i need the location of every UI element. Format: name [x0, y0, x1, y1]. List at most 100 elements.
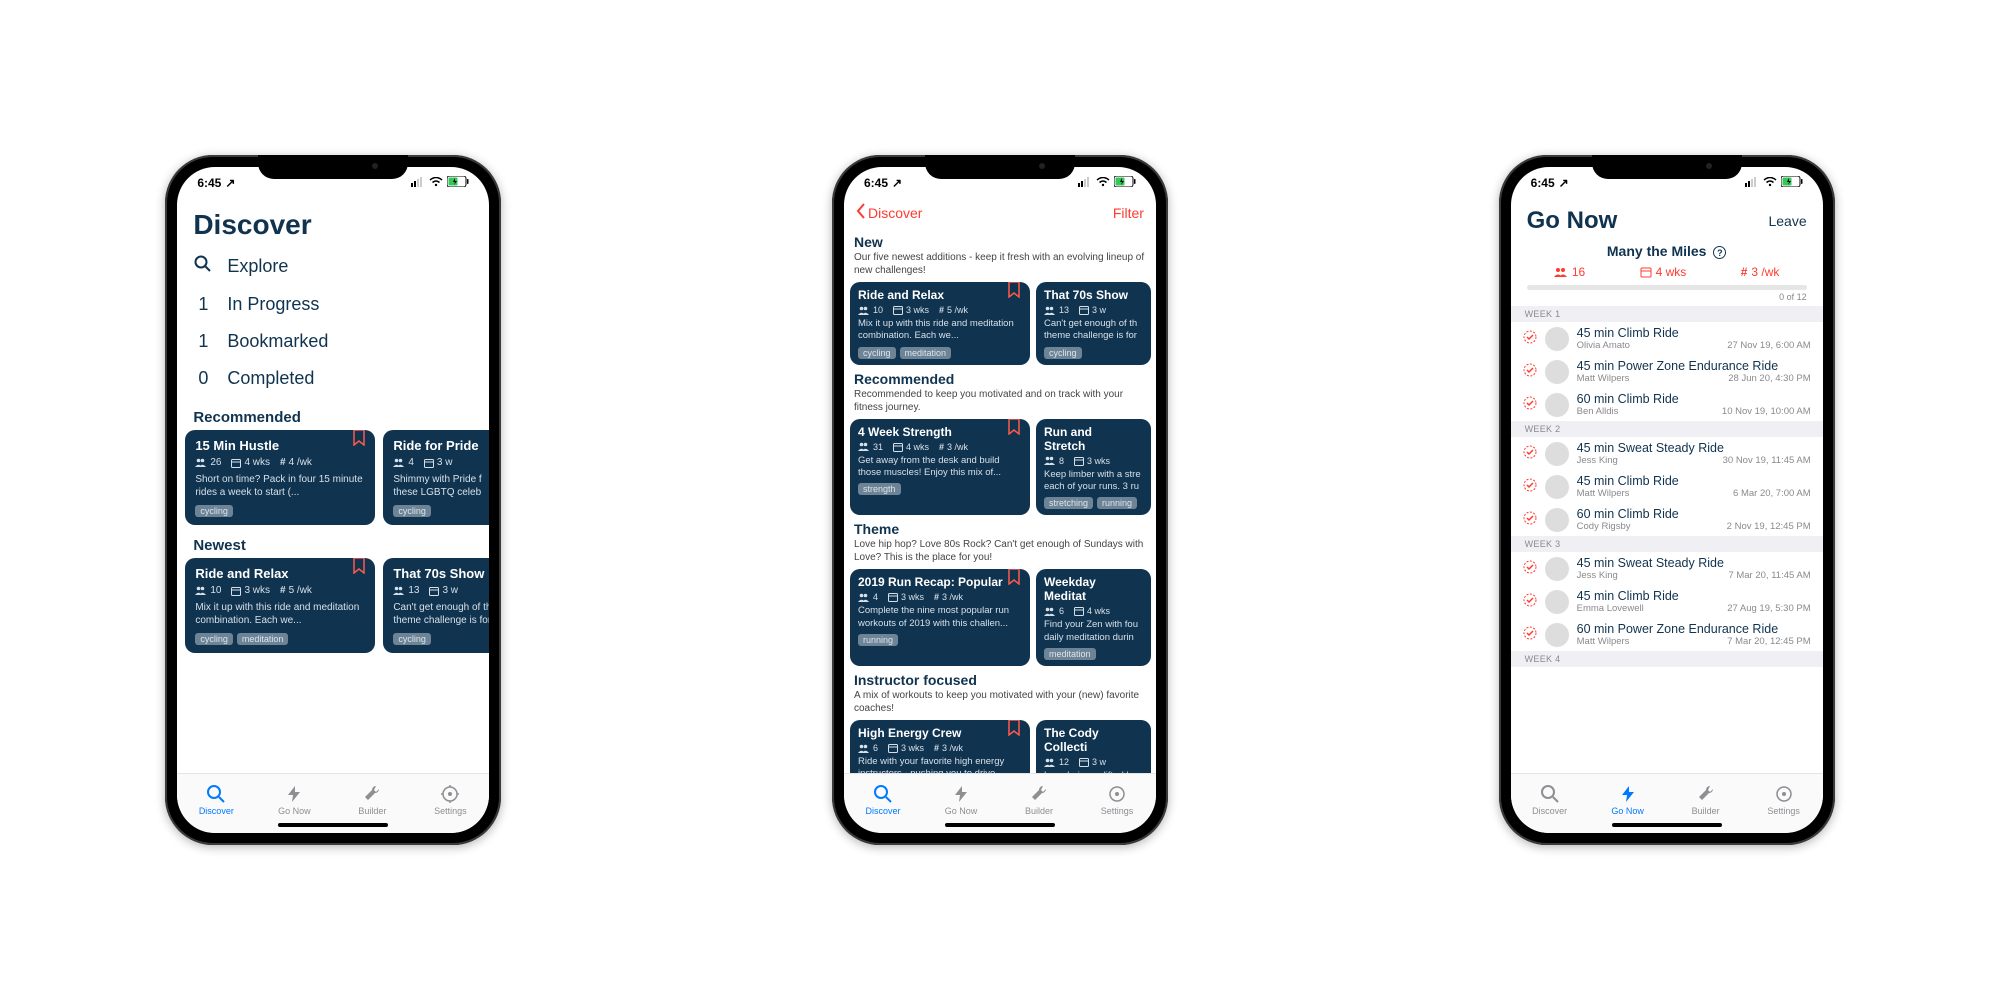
card-row[interactable]: 2019 Run Recap: Popular 4 3 wks# 3 /wk C…: [844, 569, 1156, 666]
tab-discover[interactable]: Discover: [1511, 774, 1589, 825]
challenge-card[interactable]: High Energy Crew 6 3 wks# 3 /wk Ride wit…: [850, 720, 1030, 773]
check-icon[interactable]: [1523, 330, 1537, 347]
nav-bookmarked[interactable]: 1 Bookmarked: [193, 323, 473, 360]
check-icon[interactable]: [1523, 363, 1537, 380]
check-icon[interactable]: [1523, 560, 1537, 577]
check-icon[interactable]: [1523, 626, 1537, 643]
tab-settings[interactable]: Settings: [1078, 774, 1156, 825]
workout-title: 60 min Climb Ride: [1577, 392, 1811, 406]
leave-button[interactable]: Leave: [1768, 213, 1806, 229]
card-row[interactable]: High Energy Crew 6 3 wks# 3 /wk Ride wit…: [844, 720, 1156, 773]
recommended-row[interactable]: 15 Min Hustle 26 4 wks# 4 /wk Short on t…: [177, 430, 489, 525]
challenge-card[interactable]: The Cody Collecti 12 3 w Love being upli…: [1036, 720, 1151, 773]
tab-settings[interactable]: Settings: [1745, 774, 1823, 825]
challenge-card[interactable]: Ride and Relax 10 3 wks# 5 /wk Mix it up…: [850, 282, 1030, 365]
tag: cycling: [195, 505, 233, 517]
card-meta: 13 3 w: [393, 585, 489, 596]
bookmark-icon[interactable]: [353, 558, 365, 579]
card-row[interactable]: 4 Week Strength 31 4 wks# 3 /wk Get away…: [844, 419, 1156, 516]
instructor-name: Matt Wilpers: [1577, 636, 1630, 647]
workout-row[interactable]: 45 min Climb Ride Olivia Amato 27 Nov 19…: [1511, 322, 1823, 355]
challenge-card[interactable]: 15 Min Hustle 26 4 wks# 4 /wk Short on t…: [185, 430, 375, 525]
bookmark-icon[interactable]: [1008, 720, 1020, 741]
calendar-icon: 3 wks: [231, 585, 270, 596]
workout-time: 2 Nov 19, 12:45 PM: [1727, 521, 1811, 532]
tab-discover[interactable]: Discover: [844, 774, 922, 825]
content-3[interactable]: WEEK 1 45 min Climb Ride Olivia Amato 27…: [1511, 306, 1823, 773]
search-icon: [193, 255, 213, 278]
tag: strength: [858, 483, 901, 495]
nav-count: 1: [193, 331, 213, 352]
workout-row[interactable]: 45 min Climb Ride Matt Wilpers 6 Mar 20,…: [1511, 470, 1823, 503]
workout-time: 7 Mar 20, 12:45 PM: [1727, 636, 1810, 647]
tab-go-now[interactable]: Go Now: [1589, 774, 1667, 825]
tab-go-now[interactable]: Go Now: [922, 774, 1000, 825]
tab-settings[interactable]: Settings: [411, 774, 489, 825]
card-row[interactable]: Ride and Relax 10 3 wks# 5 /wk Mix it up…: [844, 282, 1156, 365]
week-header: WEEK 3: [1511, 536, 1823, 552]
freq-icon: # 3 /wk: [934, 592, 963, 602]
tab-go-now[interactable]: Go Now: [255, 774, 333, 825]
challenge-card[interactable]: 2019 Run Recap: Popular 4 3 wks# 3 /wk C…: [850, 569, 1030, 666]
tag: running: [1097, 497, 1137, 509]
tab-discover[interactable]: Discover: [177, 774, 255, 825]
home-indicator[interactable]: [945, 823, 1055, 827]
filter-button[interactable]: Filter: [1113, 205, 1144, 221]
bookmark-icon[interactable]: [1008, 282, 1020, 303]
workout-row[interactable]: 60 min Climb Ride Ben Alldis 10 Nov 19, …: [1511, 388, 1823, 421]
workout-row[interactable]: 45 min Climb Ride Emma Lovewell 27 Aug 1…: [1511, 585, 1823, 618]
newest-row[interactable]: Ride and Relax 10 3 wks# 5 /wk Mix it up…: [177, 558, 489, 653]
progress-text: 0 of 12: [1527, 292, 1807, 302]
workout-row[interactable]: 45 min Power Zone Endurance Ride Matt Wi…: [1511, 355, 1823, 388]
card-desc: Find your Zen with fou daily meditation …: [1044, 619, 1143, 644]
tab-label: Settings: [434, 806, 467, 816]
workout-title: 60 min Climb Ride: [1577, 507, 1811, 521]
check-icon[interactable]: [1523, 593, 1537, 610]
check-icon[interactable]: [1523, 445, 1537, 462]
tag: meditation: [237, 633, 289, 645]
bookmark-icon[interactable]: [353, 430, 365, 451]
notch: [258, 155, 408, 179]
workout-row[interactable]: 45 min Sweat Steady Ride Jess King 7 Mar…: [1511, 552, 1823, 585]
home-indicator[interactable]: [1612, 823, 1722, 827]
nav-bar: Discover Filter: [844, 199, 1156, 228]
page-title: Go Now: [1527, 207, 1618, 235]
check-icon[interactable]: [1523, 396, 1537, 413]
stat-duration: 4 wks: [1640, 265, 1687, 279]
challenge-card[interactable]: Ride for Pride 4 3 w Shimmy with Pride f…: [383, 430, 489, 525]
check-icon[interactable]: [1523, 478, 1537, 495]
challenge-card[interactable]: Weekday Meditat 6 4 wks Find your Zen wi…: [1036, 569, 1151, 666]
section-sub: A mix of workouts to keep you motivated …: [844, 689, 1156, 720]
workout-row[interactable]: 60 min Climb Ride Cody Rigsby 2 Nov 19, …: [1511, 503, 1823, 536]
nav-completed[interactable]: 0 Completed: [193, 360, 473, 397]
bookmark-icon[interactable]: [1008, 569, 1020, 590]
nav-in-progress[interactable]: 1 In Progress: [193, 286, 473, 323]
screen-2: 6:45 ↗ Discover Filter NewOur five newes…: [844, 167, 1156, 833]
home-indicator[interactable]: [278, 823, 388, 827]
help-icon[interactable]: ?: [1713, 246, 1726, 259]
card-tags: running: [858, 634, 1022, 646]
tab-builder[interactable]: Builder: [333, 774, 411, 825]
tag: running: [858, 634, 898, 646]
people-icon: 10: [195, 585, 221, 596]
calendar-icon: 4 wks: [231, 457, 270, 468]
challenge-card[interactable]: Run and Stretch 8 3 wks Keep limber with…: [1036, 419, 1151, 516]
card-meta: 13 3 w: [1044, 305, 1143, 315]
tab-builder[interactable]: Builder: [1000, 774, 1078, 825]
tab-label: Builder: [358, 806, 386, 816]
workout-row[interactable]: 45 min Sweat Steady Ride Jess King 30 No…: [1511, 437, 1823, 470]
workout-time: 30 Nov 19, 11:45 AM: [1723, 455, 1811, 466]
challenge-card[interactable]: That 70s Show 13 3 w Can't get enough of…: [1036, 282, 1151, 365]
wifi-icon: [1763, 176, 1777, 190]
challenge-card[interactable]: That 70s Show 13 3 w Can't get enough of…: [383, 558, 489, 653]
bookmark-icon[interactable]: [1008, 419, 1020, 440]
card-meta: 12 3 w: [1044, 757, 1143, 767]
nav-explore[interactable]: Explore: [193, 247, 473, 286]
tab-builder[interactable]: Builder: [1667, 774, 1745, 825]
workout-time: 6 Mar 20, 7:00 AM: [1733, 488, 1811, 499]
check-icon[interactable]: [1523, 511, 1537, 528]
back-button[interactable]: Discover: [856, 203, 922, 222]
workout-row[interactable]: 60 min Power Zone Endurance Ride Matt Wi…: [1511, 618, 1823, 651]
challenge-card[interactable]: 4 Week Strength 31 4 wks# 3 /wk Get away…: [850, 419, 1030, 516]
challenge-card[interactable]: Ride and Relax 10 3 wks# 5 /wk Mix it up…: [185, 558, 375, 653]
